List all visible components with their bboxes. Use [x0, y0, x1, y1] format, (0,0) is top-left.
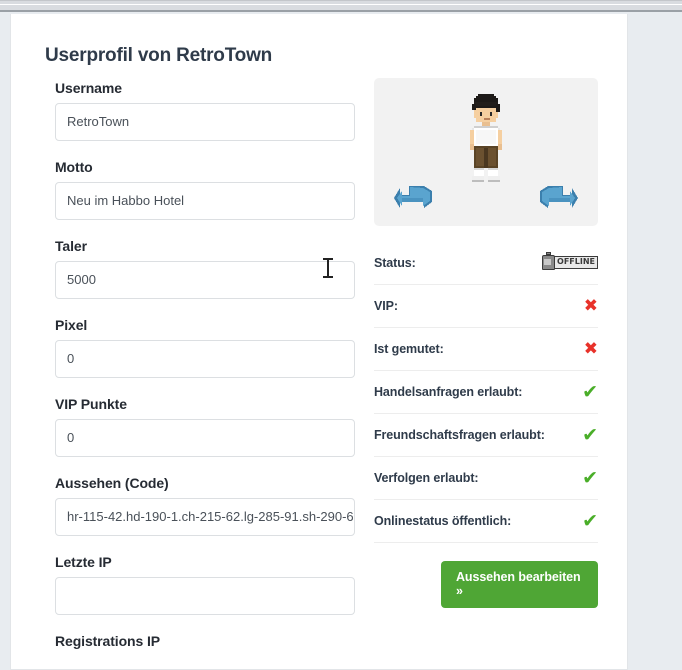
field-registrations-ip: Registrations IP [55, 633, 355, 649]
status-value: ✔ [572, 380, 598, 403]
status-row-muted: Ist gemutet: ✖ [374, 328, 598, 371]
pixel-input[interactable]: 0 [55, 340, 355, 378]
cursor-stem [327, 259, 329, 277]
page-right-background [629, 12, 682, 670]
chrome-divider-top [0, 0, 682, 1]
cursor-bottom-bar [323, 276, 333, 278]
cross-icon: ✖ [583, 295, 598, 316]
motto-input[interactable]: Neu im Habbo Hotel [55, 182, 355, 220]
offline-badge-text: OFFLINE [554, 255, 598, 269]
cross-icon: ✖ [583, 338, 598, 359]
status-row-follow: Verfolgen erlaubt: ✔ [374, 457, 598, 500]
check-icon: ✔ [582, 466, 598, 489]
status-list: Status: OFFLINE VIP: ✖ Ist gemutet: ✖ Ha… [374, 242, 598, 543]
field-label: Taler [55, 238, 87, 254]
status-value: ✔ [572, 423, 598, 446]
text-cursor-icon [322, 257, 333, 279]
field-vip-punkte: VIP Punkte 0 [55, 396, 355, 457]
check-icon: ✔ [582, 380, 598, 403]
offline-badge: OFFLINE [542, 251, 598, 270]
field-username: Username RetroTown [55, 80, 355, 141]
field-label: Aussehen (Code) [55, 475, 169, 491]
status-value: ✖ [572, 338, 598, 359]
field-label: VIP Punkte [55, 396, 127, 412]
status-label: Verfolgen erlaubt: [374, 471, 479, 485]
status-row-friend-requests: Freundschaftsfragen erlaubt: ✔ [374, 414, 598, 457]
chrome-divider-bottom [0, 10, 682, 12]
status-label: Ist gemutet: [374, 342, 444, 356]
status-label: Onlinestatus öffentlich: [374, 514, 512, 528]
profile-form: Username RetroTown Motto Neu im Habbo Ho… [55, 80, 355, 667]
field-motto: Motto Neu im Habbo Hotel [55, 159, 355, 220]
chrome-divider-mid [0, 4, 682, 5]
profile-content-card: Userprofil von RetroTown Username RetroT… [10, 14, 628, 670]
arrow-right-icon[interactable] [530, 182, 580, 216]
page-left-gutter [0, 12, 10, 670]
status-value: ✔ [572, 466, 598, 489]
status-row-online: Status: OFFLINE [374, 242, 598, 285]
status-label: Handelsanfragen erlaubt: [374, 385, 523, 399]
field-label: Username [55, 80, 122, 96]
field-label: Motto [55, 159, 93, 175]
page-title: Userprofil von RetroTown [45, 45, 273, 66]
field-taler: Taler 5000 [55, 238, 355, 299]
username-input[interactable]: RetroTown [55, 103, 355, 141]
status-value: ✖ [572, 295, 598, 316]
status-value: OFFLINE [542, 251, 598, 271]
avatar-image [470, 94, 502, 182]
field-label: Pixel [55, 317, 88, 333]
status-row-online-public: Onlinestatus öffentlich: ✔ [374, 500, 598, 543]
field-pixel: Pixel 0 [55, 317, 355, 378]
edit-look-button[interactable]: Aussehen bearbeiten » [441, 561, 598, 608]
field-label: Registrations IP [55, 633, 160, 649]
arrow-left-icon[interactable] [392, 182, 442, 216]
status-label: Freundschaftsfragen erlaubt: [374, 428, 545, 442]
letzte-ip-input[interactable] [55, 577, 355, 615]
avatar-preview-box [374, 78, 598, 226]
status-value: ✔ [572, 509, 598, 532]
field-label: Letzte IP [55, 554, 112, 570]
check-icon: ✔ [582, 423, 598, 446]
check-icon: ✔ [582, 509, 598, 532]
profile-side-column: Status: OFFLINE VIP: ✖ Ist gemutet: ✖ Ha… [374, 78, 598, 608]
field-aussehen-code: Aussehen (Code) hr-115-42.hd-190-1.ch-21… [55, 475, 355, 536]
browser-chrome-bar [0, 0, 682, 12]
status-row-vip: VIP: ✖ [374, 285, 598, 328]
taler-input[interactable]: 5000 [55, 261, 355, 299]
field-letzte-ip: Letzte IP [55, 554, 355, 615]
plug-icon [542, 251, 556, 270]
status-row-trade-requests: Handelsanfragen erlaubt: ✔ [374, 371, 598, 414]
status-label: VIP: [374, 299, 398, 313]
aussehen-code-input[interactable]: hr-115-42.hd-190-1.ch-215-62.lg-285-91.s… [55, 498, 355, 536]
vip-punkte-input[interactable]: 0 [55, 419, 355, 457]
